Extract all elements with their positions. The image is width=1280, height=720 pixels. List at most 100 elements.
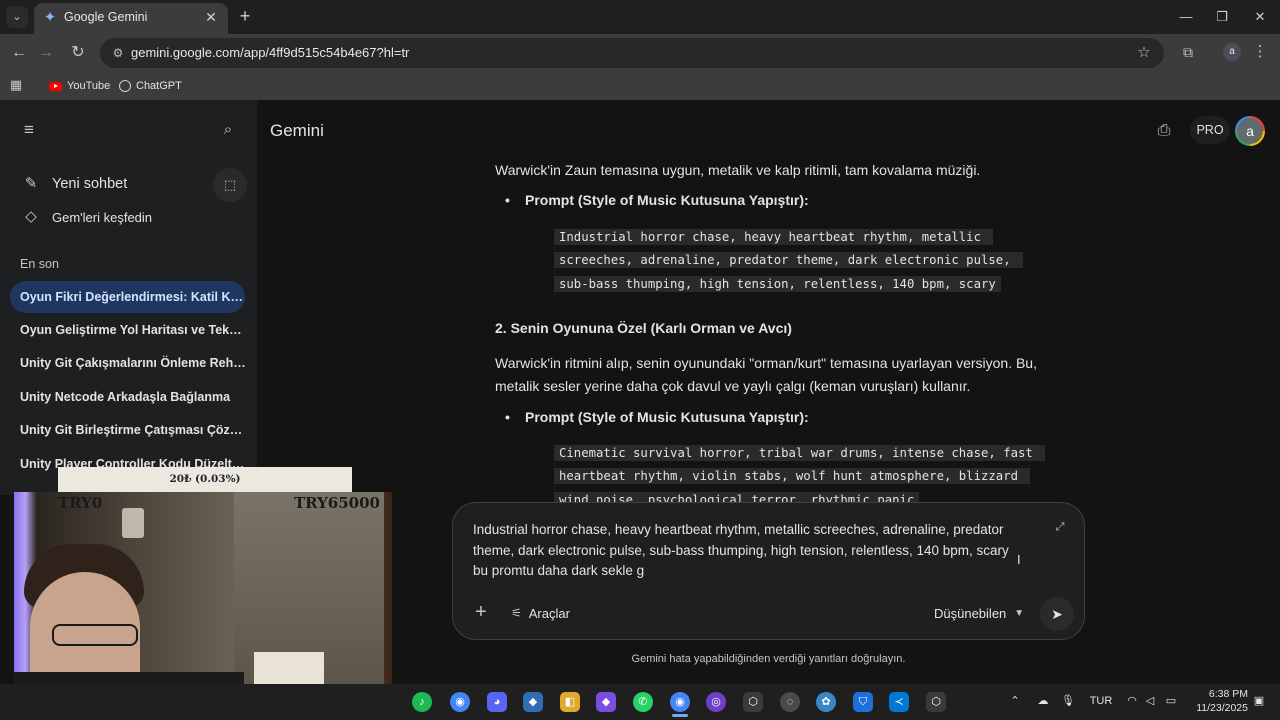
tools-icon: ⚟ xyxy=(511,606,522,620)
extensions-icon[interactable]: ⧉ xyxy=(1178,42,1198,62)
model-selector[interactable]: Düşünebilen ▼ xyxy=(934,603,1024,623)
app-icon[interactable]: ◌ xyxy=(780,692,800,712)
share-conversation-icon[interactable]: ⎙ xyxy=(1154,120,1174,142)
new-chat-button[interactable]: ✎ Yeni sohbet xyxy=(22,172,128,196)
add-attachment-icon[interactable]: + xyxy=(470,601,492,623)
app-icon[interactable]: ✿ xyxy=(816,692,836,712)
unity-icon[interactable]: ⬡ xyxy=(743,692,763,712)
github-icon[interactable]: ◎ xyxy=(706,692,726,712)
clock-date: 11/23/2025 xyxy=(1196,702,1248,714)
code-text: Industrial horror chase, heavy heartbeat… xyxy=(554,229,1024,292)
search-icon[interactable]: ⌕ xyxy=(216,120,240,140)
explore-gems-button[interactable]: ◇ Gem'leri keşfedin xyxy=(22,205,152,229)
bookmark-star-icon[interactable]: ☆ xyxy=(1134,43,1154,63)
response-content: Warwick'in Zaun temasına uygun, metalik … xyxy=(495,150,1085,505)
app-icon[interactable]: ◧ xyxy=(560,692,580,712)
bookmarks-bar: ▦ YouTube ChatGPT xyxy=(0,72,1280,100)
forward-icon[interactable]: → xyxy=(35,42,57,64)
wifi-icon[interactable]: ◠ xyxy=(1124,692,1140,710)
shield-icon[interactable]: ⛉ xyxy=(853,692,873,712)
tools-button[interactable]: ⚟ Araçlar xyxy=(511,603,570,623)
taskbar-clock[interactable]: 6:38 PM 11/23/2025 xyxy=(1188,687,1248,715)
microphone-icon[interactable]: 🎙 xyxy=(1061,692,1075,710)
site-info-icon[interactable]: ⚙ xyxy=(109,44,127,62)
tray-app-icon[interactable]: ☁ xyxy=(1035,692,1051,710)
code-text: Cinematic survival horror, tribal war dr… xyxy=(554,445,1046,505)
sidebar-chat-item[interactable]: Unity Git Çakışmalarını Önleme Rehb... xyxy=(20,347,246,379)
app-title[interactable]: Gemini xyxy=(270,121,324,141)
battery-icon[interactable]: ▭ xyxy=(1163,692,1179,710)
notifications-icon[interactable]: ▣ xyxy=(1252,692,1266,710)
active-app-indicator xyxy=(672,714,688,717)
browser-profile-avatar[interactable]: a xyxy=(1223,43,1241,61)
minimize-icon[interactable]: — xyxy=(1174,6,1198,28)
gem-icon: ◇ xyxy=(25,208,37,225)
reload-icon[interactable]: ↻ xyxy=(67,42,89,64)
chrome-icon[interactable]: ◉ xyxy=(450,692,470,712)
restore-icon[interactable]: ❐ xyxy=(1210,6,1234,28)
list-item: Prompt (Style of Music Kutusuna Yapıştır… xyxy=(505,192,809,208)
prompt-input[interactable]: Industrial horror chase, heavy heartbeat… xyxy=(473,520,1033,582)
youtube-icon xyxy=(49,81,62,91)
clock-time: 6:38 PM xyxy=(1208,688,1248,700)
window-close-icon[interactable]: ✕ xyxy=(1248,6,1272,28)
send-button[interactable]: ➤ xyxy=(1040,597,1074,631)
bookmark-youtube[interactable]: YouTube xyxy=(49,77,110,95)
spotify-icon[interactable]: ♪ xyxy=(412,692,432,712)
section-heading: 2. Senin Oyununa Özel (Karlı Orman ve Av… xyxy=(495,320,792,336)
url-text[interactable]: gemini.google.com/app/4ff9d515c54b4e67?h… xyxy=(131,45,409,60)
edit-icon: ✎ xyxy=(24,175,38,192)
new-chat-label: Yeni sohbet xyxy=(52,176,128,192)
disclaimer-text: Gemini hata yapabildiğinden verdiği yanı… xyxy=(631,653,906,665)
webcam-lamp xyxy=(122,508,144,538)
chevron-down-icon: ▼ xyxy=(1014,607,1025,619)
donation-goal-amount: 20₺ (0.03%) xyxy=(169,473,241,485)
temporary-chat-icon[interactable]: ⬚ xyxy=(213,168,247,202)
unity-hub-icon[interactable]: ⬡ xyxy=(926,692,946,712)
bookmark-label: ChatGPT xyxy=(136,80,182,92)
donation-goal-bar: 20₺ (0.03%) xyxy=(58,467,352,493)
prompt-input-box[interactable]: Industrial horror chase, heavy heartbeat… xyxy=(452,502,1085,640)
volume-icon[interactable]: ◁ xyxy=(1143,692,1157,710)
tray-overflow-icon[interactable]: ⌃ xyxy=(1008,692,1022,710)
whatsapp-icon[interactable]: ✆ xyxy=(633,692,653,712)
expand-icon[interactable]: ⤢ xyxy=(1052,519,1068,535)
text-cursor-icon: I xyxy=(1017,552,1021,567)
app-icon[interactable]: ◆ xyxy=(596,692,616,712)
explore-gems-label: Gem'leri keşfedin xyxy=(52,209,153,225)
response-paragraph: Warwick'in ritmini alıp, senin oyunundak… xyxy=(495,355,1037,394)
model-label: Düşünebilen xyxy=(934,605,1007,621)
browser-tab[interactable]: ✦ Google Gemini ✕ xyxy=(34,3,228,34)
tab-title: Google Gemini xyxy=(64,10,148,24)
sidebar-chat-item[interactable]: Oyun Fikri Değerlendirmesi: Katil Köylü xyxy=(10,281,245,313)
account-avatar[interactable]: a xyxy=(1235,116,1265,146)
webcam-person-glasses xyxy=(52,624,138,646)
main-menu-icon[interactable]: ≡ xyxy=(18,120,40,140)
vscode-icon[interactable]: ≺ xyxy=(889,692,909,712)
discord-icon[interactable]: ◕ xyxy=(487,692,507,712)
code-block[interactable]: Cinematic survival horror, tribal war dr… xyxy=(554,442,1046,505)
plan-badge[interactable]: PRO xyxy=(1190,116,1230,144)
response-paragraph: Warwick'in Zaun temasına uygun, metalik … xyxy=(495,162,981,178)
app-icon[interactable]: ◆ xyxy=(523,692,543,712)
language-indicator[interactable]: TUR xyxy=(1088,692,1114,710)
sidebar-chat-item[interactable]: Unity Netcode Arkadaşla Bağlanma xyxy=(20,381,246,413)
chrome-icon[interactable]: ◉ xyxy=(670,692,690,712)
avatar-initial: a xyxy=(1237,118,1263,144)
sidebar-chat-item[interactable]: Unity Git Birleştirme Çatışması Çözümü xyxy=(20,414,246,446)
apps-grid-icon[interactable]: ▦ xyxy=(8,77,24,93)
back-icon[interactable]: ← xyxy=(8,42,30,64)
tools-label: Araçlar xyxy=(528,605,570,621)
prompt-text-line: bu promtu daha dark sekle g xyxy=(473,563,645,578)
prompt-bullet-label: Prompt (Style of Music Kutusuna Yapıştır… xyxy=(525,409,809,425)
sidebar-chat-item[interactable]: Oyun Geliştirme Yol Haritası ve Teknik..… xyxy=(20,314,246,346)
new-tab-icon[interactable]: + xyxy=(236,7,254,25)
address-bar[interactable]: ⚙ gemini.google.com/app/4ff9d515c54b4e67… xyxy=(100,38,1164,68)
bookmark-chatgpt[interactable]: ChatGPT xyxy=(119,77,182,95)
browser-menu-icon[interactable]: ⋮ xyxy=(1252,42,1268,62)
close-tab-icon[interactable]: ✕ xyxy=(202,8,220,26)
prompt-text-line: Industrial horror chase, heavy heartbeat… xyxy=(473,522,1009,558)
webcam-overlay: TRY0 TRY65000 xyxy=(14,492,392,704)
code-block[interactable]: Industrial horror chase, heavy heartbeat… xyxy=(554,226,1044,296)
tab-search-button[interactable]: ⌄ xyxy=(6,6,28,28)
